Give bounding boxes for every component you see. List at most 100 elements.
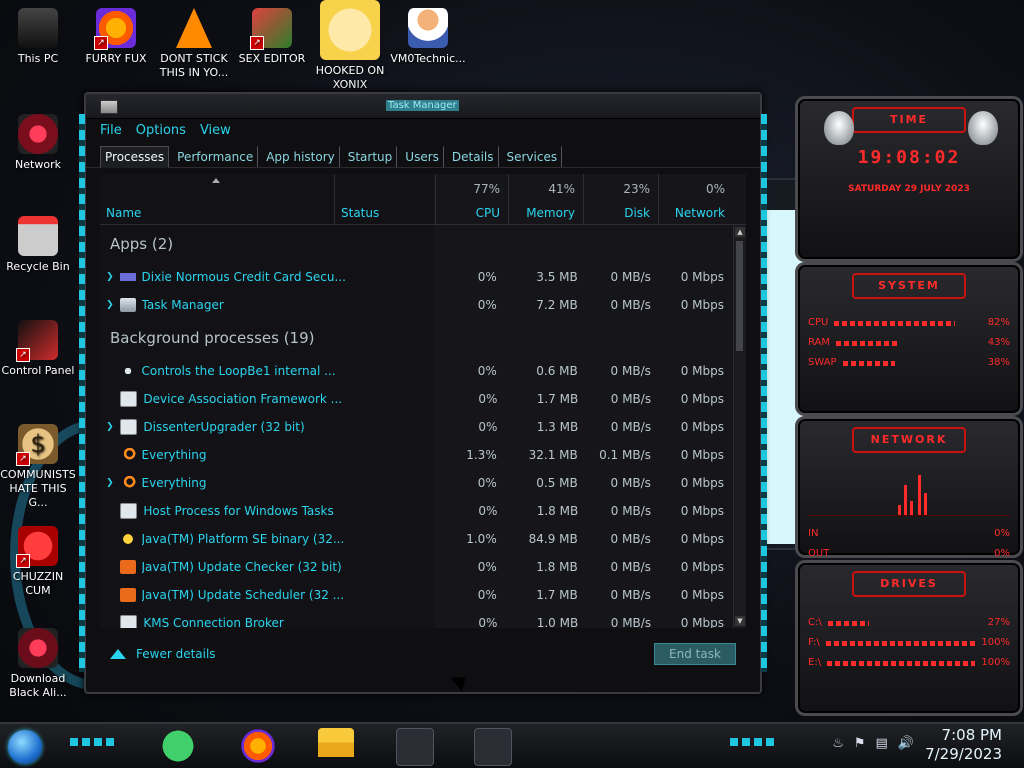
expand-chevron-icon[interactable]: ❯ [100, 478, 120, 488]
flag-icon[interactable]: ⚑ [854, 736, 866, 751]
process-cpu: 0% [477, 588, 497, 602]
process-row[interactable]: Controls the LoopBe1 internal ... 0% 0.6 M… [100, 357, 732, 385]
drives-gadget: DRIVES C:\ 27% F:\ 100% E:\ 100% [795, 560, 1023, 716]
end-task-button[interactable]: End task [654, 643, 736, 665]
taskbar-clock[interactable]: 7:08 PM 7/29/2023 [925, 726, 1002, 764]
desktop-icon-communists[interactable]: $ ↗ COMMUNISTS HATE THIS G... [0, 424, 76, 510]
taskbar-decoration [730, 738, 778, 746]
recycle-bin-icon [18, 216, 58, 256]
desktop-icon-sex-editor[interactable]: ↗ SEX EDITOR [234, 8, 310, 66]
window-icon [119, 391, 138, 407]
start-button[interactable] [8, 730, 42, 764]
tab-services[interactable]: Services [502, 146, 563, 167]
group-header-background: Background processes (19) [110, 329, 315, 347]
system-swap-bar [842, 353, 982, 373]
process-network: 0 Mbps [680, 364, 724, 378]
column-cpu[interactable]: 77% CPU [435, 174, 508, 224]
star-icon [119, 532, 136, 546]
process-name: Dixie Normous Credit Card Secu... [141, 270, 346, 284]
desktop-icon-dont-stick[interactable]: DONT STICK THIS IN YO... [156, 8, 232, 80]
volume-icon[interactable]: 🔊 [898, 736, 914, 751]
magnifier-icon [119, 448, 136, 462]
chuzzle-icon: ↗ [16, 526, 58, 568]
process-memory: 1.8 MB [536, 560, 578, 574]
desktop-icon-hooked-on-xonix[interactable]: HOOKED ON XONIX [312, 0, 388, 92]
system-ram-row: RAM 43% [798, 333, 1020, 353]
expand-chevron-icon[interactable]: ❯ [100, 272, 120, 282]
process-memory: 1.0 MB [536, 616, 579, 628]
process-row[interactable]: Everything 1.3% 32.1 MB 0.1 MB/s 0 Mbps [100, 441, 732, 469]
tab-strip: Processes Performance App history Startu… [86, 141, 760, 168]
expand-chevron-icon[interactable]: ❯ [100, 422, 120, 432]
process-cpu: 0% [477, 476, 497, 490]
process-disk: 0 MB/s [610, 420, 652, 434]
process-network: 0 Mbps [680, 588, 724, 602]
process-cpu: 0% [477, 560, 497, 574]
process-row[interactable]: ❯ Dixie Normous Credit Card Secu... 0% 3.5 … [100, 263, 732, 291]
desktop-icon-recycle-bin[interactable]: Recycle Bin [0, 216, 76, 274]
column-name[interactable]: Name [100, 174, 334, 224]
task-manager-icon[interactable] [474, 728, 512, 766]
process-disk: 0 MB/s [610, 532, 651, 546]
scroll-down-button[interactable]: ▼ [735, 616, 745, 626]
desktop-icon-furry-fux[interactable]: ↗ FURRY FUX [78, 8, 154, 66]
tab-app-history[interactable]: App history [261, 146, 340, 167]
process-row[interactable]: Device Association Framework ... 0% 1.7 MB… [100, 385, 732, 413]
desktop-icon-network[interactable]: Network [0, 114, 76, 172]
process-cpu: 0% [478, 392, 498, 406]
fewer-details-link[interactable]: Fewer details [110, 647, 216, 661]
tab-processes[interactable]: Processes [100, 146, 170, 168]
tab-performance[interactable]: Performance [172, 146, 259, 167]
tab-startup[interactable]: Startup [343, 146, 398, 167]
network-icon[interactable]: ▤ [876, 736, 888, 751]
process-memory: 0.6 MB [536, 364, 578, 378]
column-status[interactable]: Status [334, 174, 435, 224]
column-network[interactable]: 0% Network [658, 174, 733, 224]
process-network: 0 Mbps [680, 392, 724, 406]
menu-options[interactable]: Options [136, 123, 186, 138]
scroll-up-button[interactable]: ▲ [735, 227, 745, 237]
file-explorer-icon[interactable] [318, 728, 354, 764]
desktop-icon-download-black-alien[interactable]: Download Black Ali... [0, 628, 76, 700]
credit-card-app-icon[interactable] [396, 728, 434, 766]
vertical-scrollbar[interactable]: ▲ ▼ [733, 225, 746, 628]
title-bar[interactable]: Task Manager [86, 94, 760, 119]
menu-view[interactable]: View [200, 123, 231, 138]
process-disk: 0 MB/s [610, 270, 651, 284]
desktop-icon-vm0technic[interactable]: VM0Technic... [390, 8, 466, 66]
tab-users[interactable]: Users [400, 146, 444, 167]
desktop-icon-chuzzin[interactable]: ↗ CHUZZIN CUM [0, 526, 76, 598]
alien-network-icon [18, 114, 58, 154]
process-row[interactable]: ❯ Task Manager 0% 7.2 MB 0 MB/s 0 Mbps [100, 291, 732, 319]
process-network: 0 Mbps [680, 270, 724, 284]
notes-icon[interactable] [160, 728, 196, 764]
process-row[interactable]: Java(TM) Update Scheduler (32 ... 0% 1.7 M… [100, 581, 732, 609]
java-icon [119, 560, 136, 574]
process-row[interactable]: ❯ DissenterUpgrader (32 bit) 0% 1.3 MB 0 MB/… [100, 413, 732, 441]
java-tray-icon[interactable]: ♨ [832, 736, 844, 751]
task-manager-window[interactable]: Task Manager File Options View Processes… [79, 92, 767, 694]
drive-f-bar [825, 633, 976, 653]
tab-details[interactable]: Details [447, 146, 499, 167]
process-row[interactable]: Host Process for Windows Tasks 0% 1.8 MB 0 … [100, 497, 732, 525]
scroll-thumb[interactable] [736, 241, 743, 351]
process-cpu: 0% [477, 298, 497, 312]
process-memory: 0.5 MB [536, 476, 578, 490]
column-headers: Name Status 77% CPU 41% Memory 23% Disk 0% N… [100, 174, 746, 225]
process-row[interactable]: Java(TM) Platform SE binary (32... 1.0% 84… [100, 525, 732, 553]
firefox-icon[interactable] [240, 728, 276, 764]
desktop-icon-control-panel[interactable]: ↗ Control Panel [0, 320, 76, 378]
footer: Fewer details End task [100, 630, 746, 678]
column-memory[interactable]: 41% Memory [508, 174, 583, 224]
menu-file[interactable]: File [100, 123, 122, 138]
column-disk[interactable]: 23% Disk [583, 174, 658, 224]
process-row[interactable]: ❯ Everything 0% 0.5 MB 0 MB/s 0 Mbps [100, 469, 732, 497]
system-tray: ♨ ⚑ ▤ 🔊 [832, 736, 914, 751]
process-row[interactable]: Java(TM) Update Checker (32 bit) 0% 1.8 MB… [100, 553, 732, 581]
process-cpu: 1.0% [466, 532, 497, 546]
process-row[interactable]: KMS Connection Broker 0% 1.0 MB 0 MB/s 0 Mbp… [100, 609, 732, 628]
expand-chevron-icon[interactable]: ❯ [100, 300, 120, 310]
card-icon [119, 270, 136, 284]
desktop-icon-this-pc[interactable]: This PC [0, 8, 76, 66]
desktop-icon-label: Network [15, 158, 61, 171]
